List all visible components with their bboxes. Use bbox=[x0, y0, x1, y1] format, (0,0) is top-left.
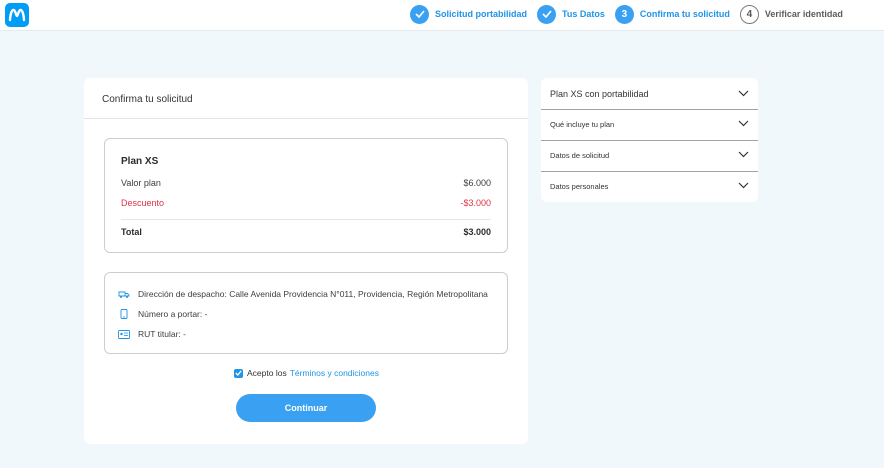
numero-row: Número a portar: - bbox=[118, 309, 207, 319]
accordion-label: Plan XS con portabilidad bbox=[550, 88, 649, 99]
id-card-icon bbox=[118, 329, 130, 339]
accordion-datos-personales[interactable]: Datos personales bbox=[541, 171, 758, 202]
rut-row: RUT titular: - bbox=[118, 329, 186, 339]
step-number: 4 bbox=[739, 4, 759, 24]
top-bar: Solicitud portabilidad Tus Datos 3 Confi… bbox=[0, 0, 884, 31]
accordion-label: Qué incluye tu plan bbox=[550, 120, 615, 129]
rut-text: RUT titular: - bbox=[138, 329, 187, 339]
direccion-text: Dirección de despacho: Calle Avenida Pro… bbox=[138, 289, 488, 299]
accordion-label: Datos de solicitud bbox=[550, 151, 610, 160]
summary-accordion: Plan XS con portabilidad Qué incluye tu … bbox=[541, 78, 758, 202]
accordion-plan-xs[interactable]: Plan XS con portabilidad bbox=[541, 78, 758, 109]
divider bbox=[121, 219, 491, 220]
descuento-row: Descuento -$3.000 bbox=[121, 198, 491, 208]
terms-link[interactable]: Términos y condiciones bbox=[290, 368, 379, 378]
chevron-down-icon bbox=[738, 120, 749, 129]
check-icon bbox=[410, 4, 429, 24]
numero-text: Número a portar: - bbox=[138, 309, 208, 319]
descuento-label: Descuento bbox=[121, 198, 165, 208]
step-solicitud-portabilidad[interactable]: Solicitud portabilidad bbox=[410, 4, 527, 24]
phone-icon bbox=[118, 309, 130, 319]
step-tus-datos[interactable]: Tus Datos bbox=[537, 4, 605, 24]
movistar-logo-icon[interactable] bbox=[5, 3, 29, 27]
total-row: Total $3.000 bbox=[121, 227, 491, 237]
step-label: Tus Datos bbox=[562, 9, 605, 19]
plan-summary: Plan XS Valor plan $6.000 Descuento -$3.… bbox=[104, 138, 508, 253]
continue-button[interactable]: Continuar bbox=[236, 394, 376, 422]
step-label: Confirma tu solicitud bbox=[639, 9, 730, 19]
total-label: Total bbox=[121, 227, 142, 237]
divider bbox=[84, 118, 528, 119]
chevron-down-icon bbox=[738, 89, 749, 99]
accordion-datos-solicitud[interactable]: Datos de solicitud bbox=[541, 140, 758, 171]
step-confirma-solicitud: 3 Confirma tu solicitud bbox=[614, 4, 730, 24]
step-number: 3 bbox=[614, 4, 634, 24]
valor-plan-row: Valor plan $6.000 bbox=[121, 178, 491, 188]
terms-row: Acepto los Términos y condiciones bbox=[234, 368, 379, 378]
direccion-row: Dirección de despacho: Calle Avenida Pro… bbox=[118, 289, 488, 299]
check-icon bbox=[537, 4, 556, 24]
step-verificar-identidad: 4 Verificar identidad bbox=[739, 4, 843, 24]
valor-plan-label: Valor plan bbox=[121, 178, 161, 188]
confirm-card: Confirma tu solicitud Plan XS Valor plan… bbox=[84, 78, 528, 444]
chevron-down-icon bbox=[738, 182, 749, 191]
chevron-down-icon bbox=[738, 151, 749, 160]
plan-name: Plan XS bbox=[121, 156, 159, 167]
valor-plan-value: $6.000 bbox=[463, 178, 491, 188]
step-label: Verificar identidad bbox=[764, 9, 843, 19]
terms-checkbox[interactable] bbox=[234, 368, 243, 378]
progress-steps: Solicitud portabilidad Tus Datos 3 Confi… bbox=[410, 4, 853, 24]
terms-prefix: Acepto los bbox=[247, 368, 287, 378]
accordion-que-incluye[interactable]: Qué incluye tu plan bbox=[541, 109, 758, 140]
order-details: Dirección de despacho: Calle Avenida Pro… bbox=[104, 272, 508, 354]
total-value: $3.000 bbox=[463, 227, 491, 237]
page-title: Confirma tu solicitud bbox=[102, 94, 193, 105]
step-label: Solicitud portabilidad bbox=[435, 9, 527, 19]
delivery-truck-icon bbox=[118, 289, 130, 299]
descuento-value: -$3.000 bbox=[460, 198, 491, 208]
accordion-label: Datos personales bbox=[550, 182, 609, 191]
